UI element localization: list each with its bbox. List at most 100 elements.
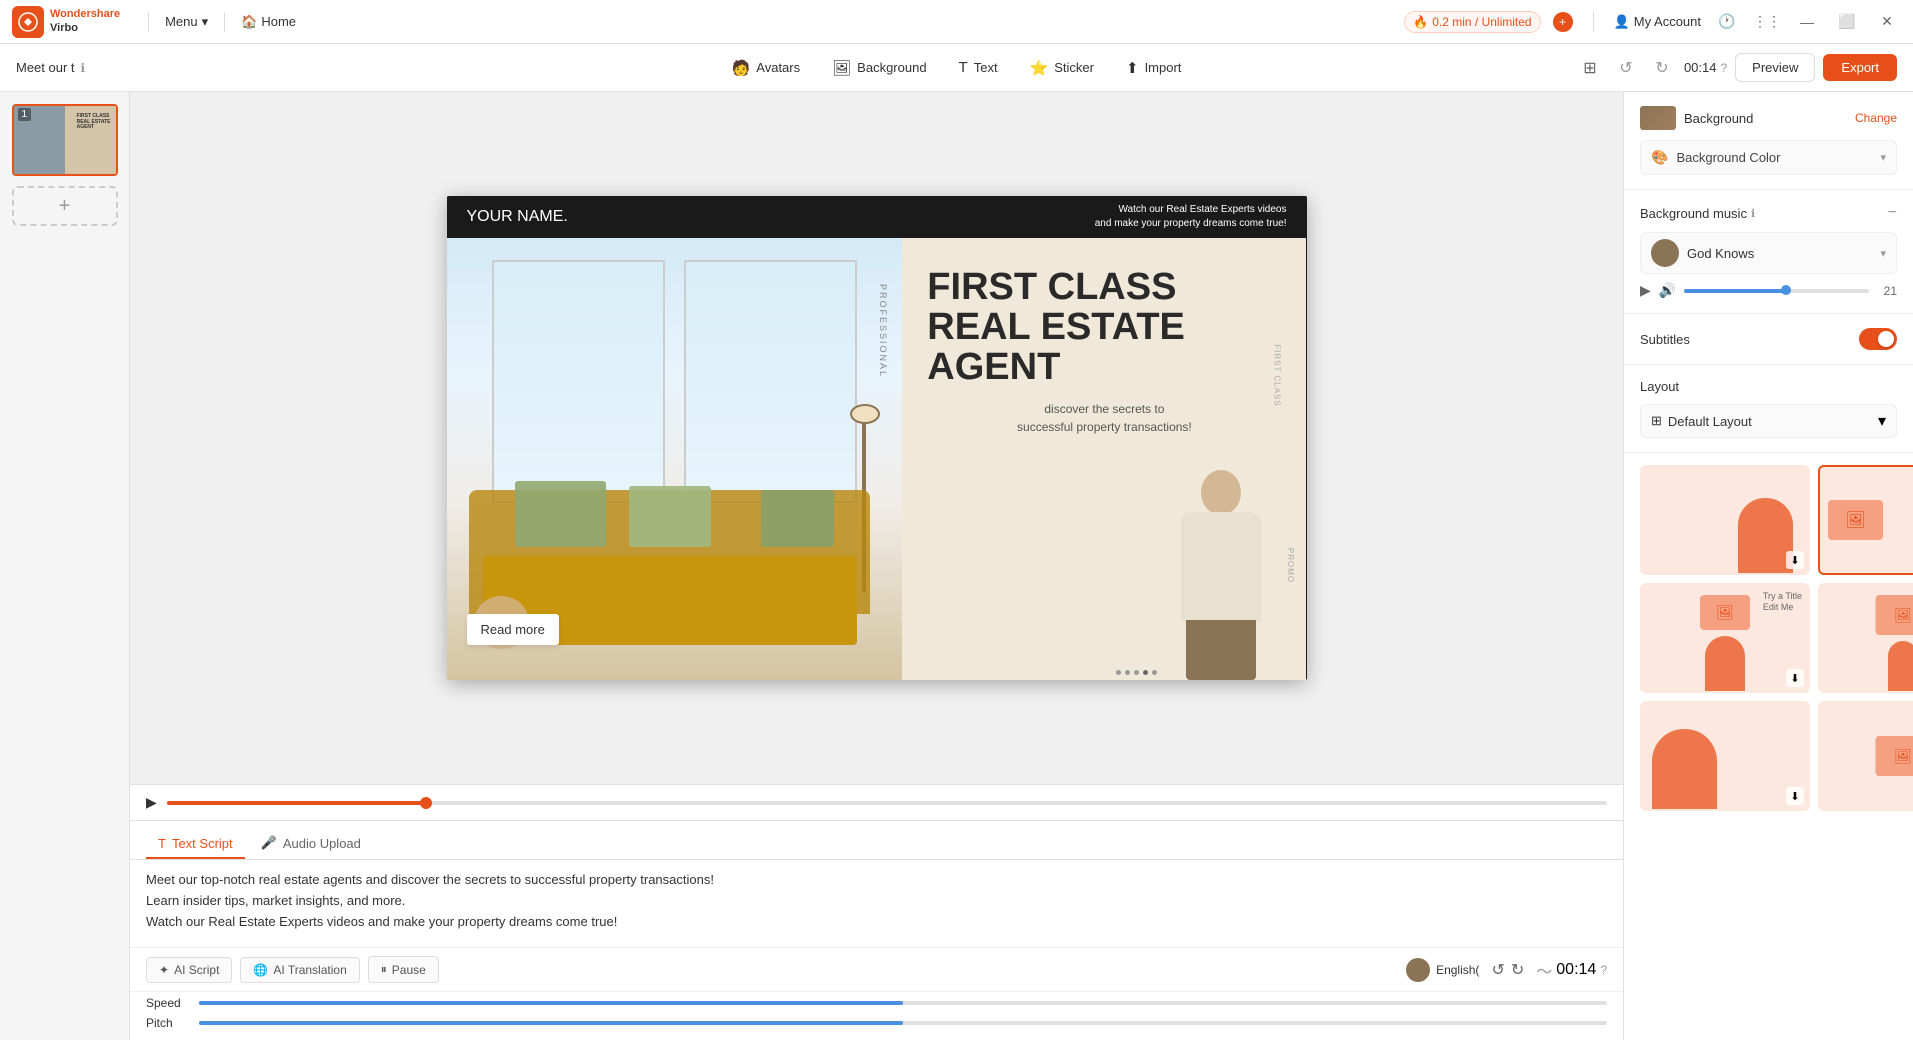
tab-text-script[interactable]: T Text Script — [146, 830, 245, 859]
background-button[interactable]: 🖼 Background — [818, 53, 940, 83]
layout-3-image: 🖼 — [1700, 595, 1750, 630]
project-title: Meet our t ℹ — [16, 60, 85, 75]
layout-5-avatar — [1652, 729, 1717, 809]
layout-icon-button[interactable]: ⊞ — [1576, 54, 1604, 82]
account-label: My Account — [1634, 14, 1701, 29]
pause-button[interactable]: ⏸ Pause — [368, 956, 439, 983]
redo-icon[interactable]: ↻ — [1511, 960, 1524, 980]
layout-selector[interactable]: ⊞ Default Layout ▾ — [1640, 404, 1897, 438]
progress-track[interactable] — [167, 801, 1607, 805]
grid-button[interactable]: ⋮⋮ — [1753, 8, 1781, 36]
layout-5-download[interactable]: ⬇ — [1786, 787, 1804, 805]
history-button[interactable]: 🕐 — [1713, 8, 1741, 36]
export-button[interactable]: Export — [1823, 54, 1897, 81]
translate-icon: 🌐 — [253, 963, 268, 977]
home-button[interactable]: 🏠 Home — [233, 10, 304, 34]
canvas-topbar: YOUR NAME. Watch our Real Estate Experts… — [447, 196, 1307, 238]
waveform-icon: 〜 — [1536, 958, 1552, 982]
volume-fill — [1684, 289, 1786, 293]
lamp-shade — [850, 404, 880, 424]
voice-avatar — [1406, 958, 1430, 982]
toolbar2-tools: 🧑 Avatars 🖼 Background T Text ⭐ Sticker … — [718, 53, 1196, 83]
layout-label: Layout — [1640, 379, 1897, 394]
layout-option-2[interactable]: 🖼 ⬇ — [1818, 465, 1913, 575]
avatars-button[interactable]: 🧑 Avatars — [718, 53, 815, 83]
undo-button[interactable]: ↺ — [1612, 54, 1640, 82]
add-time-button[interactable]: + — [1553, 12, 1573, 32]
music-selector[interactable]: God Knows ▾ — [1640, 232, 1897, 274]
ai-script-button[interactable]: ✦ AI Script — [146, 957, 232, 983]
layout-option-3[interactable]: 🖼 Try a TitleEdit Me ⬇ — [1640, 583, 1810, 693]
speed-track[interactable] — [199, 1001, 1607, 1005]
heading-line2: REAL ESTATE — [927, 306, 1185, 348]
ai-translation-button[interactable]: 🌐 AI Translation — [240, 957, 359, 983]
text-button[interactable]: T Text — [945, 53, 1012, 82]
redo-button[interactable]: ↻ — [1648, 54, 1676, 82]
voice-selector[interactable]: English( — [1406, 958, 1479, 982]
script-line-2: Learn insider tips, market insights, and… — [146, 891, 1607, 912]
chevron-right-icon: ▾ — [1880, 151, 1886, 164]
script-line-1: Meet our top-notch real estate agents an… — [146, 870, 1607, 891]
minimize-button[interactable]: — — [1793, 8, 1821, 36]
audio-icon: 🎤 — [261, 835, 277, 851]
layout-4-avatar — [1888, 641, 1913, 691]
sticker-button[interactable]: ⭐ Sticker — [1016, 53, 1108, 83]
add-slide-button[interactable]: + — [12, 186, 118, 226]
close-button[interactable]: ✕ — [1873, 8, 1901, 36]
progress-fill — [167, 801, 426, 805]
layout-1-download[interactable]: ⬇ — [1786, 551, 1804, 569]
play-button[interactable]: ▶ — [146, 794, 157, 811]
ai-script-icon: ✦ — [159, 963, 169, 977]
subtitles-section: Subtitles — [1624, 314, 1913, 365]
pause-icon: ⏸ — [381, 962, 387, 977]
slide-1[interactable]: FIRST CLASSREAL ESTATEAGENT 1 — [12, 104, 118, 176]
collapse-music-button[interactable]: − — [1888, 204, 1897, 222]
tab-audio-label: Audio Upload — [283, 836, 361, 851]
layout-option-1[interactable]: ⬇ — [1640, 465, 1810, 575]
body — [1181, 512, 1261, 622]
change-button[interactable]: Change — [1855, 111, 1897, 125]
account-button[interactable]: 👤 My Account — [1614, 14, 1701, 30]
slide-1-text: FIRST CLASSREAL ESTATEAGENT — [77, 114, 111, 131]
layout-6-image: 🖼 — [1876, 736, 1913, 776]
volume-handle[interactable] — [1781, 285, 1791, 295]
read-more-button[interactable]: Read more — [467, 614, 559, 645]
bg-color-left: 🎨 Background Color — [1651, 149, 1781, 166]
pillow-1 — [515, 481, 606, 547]
volume-slider[interactable] — [1684, 289, 1869, 293]
tab-audio-upload[interactable]: 🎤 Audio Upload — [249, 829, 373, 859]
music-info-icon: ℹ — [1751, 207, 1755, 220]
window-left — [492, 260, 665, 503]
canvas-left-panel: Read more Professional — [447, 238, 903, 680]
main-content: FIRST CLASSREAL ESTATEAGENT 1 + YOUR NAM… — [0, 92, 1913, 1040]
bg-color-accordion[interactable]: 🎨 Background Color ▾ — [1640, 140, 1897, 175]
pitch-label: Pitch — [146, 1016, 191, 1030]
play-music-button[interactable]: ▶ — [1640, 282, 1651, 299]
layout-option-5[interactable]: ⬇ — [1640, 701, 1810, 811]
living-room-bg: Read more Professional — [447, 238, 903, 680]
divider-1 — [148, 12, 149, 32]
bg-music-label: Background music — [1640, 206, 1747, 221]
undo-icon[interactable]: ↺ — [1491, 960, 1504, 980]
music-name-label: God Knows — [1687, 246, 1754, 261]
progress-handle[interactable] — [420, 797, 432, 809]
menu-label: Menu — [165, 14, 198, 29]
subtitles-toggle[interactable] — [1859, 328, 1897, 350]
import-button[interactable]: ⬆ Import — [1112, 53, 1195, 83]
music-controls: ▶ 🔊 21 — [1640, 282, 1897, 299]
head — [1201, 470, 1241, 515]
canvas: YOUR NAME. Watch our Real Estate Experts… — [447, 196, 1307, 680]
maximize-button[interactable]: ⬜ — [1833, 8, 1861, 36]
layout-option-6[interactable]: 🖼 Try a TitleEdit Me ⬇ — [1818, 701, 1913, 811]
bottom-right-controls: English( ↺ ↻ 〜 00:14 ? — [1406, 958, 1607, 982]
layout-3-download[interactable]: ⬇ — [1786, 669, 1804, 687]
menu-button[interactable]: Menu ▾ — [157, 10, 216, 34]
background-icon: 🖼 — [832, 59, 851, 77]
bottom-time-display: 〜 00:14 ? — [1536, 958, 1607, 982]
layout-option-4[interactable]: 🖼 ⬇ — [1818, 583, 1913, 693]
preview-button[interactable]: Preview — [1735, 53, 1815, 82]
pitch-track[interactable] — [199, 1021, 1607, 1025]
progress-area: ▶ — [130, 784, 1623, 820]
topbar: Wondershare Virbo Menu ▾ 🏠 Home 🔥 0.2 mi… — [0, 0, 1913, 44]
color-swatch-icon: 🎨 — [1651, 149, 1668, 166]
